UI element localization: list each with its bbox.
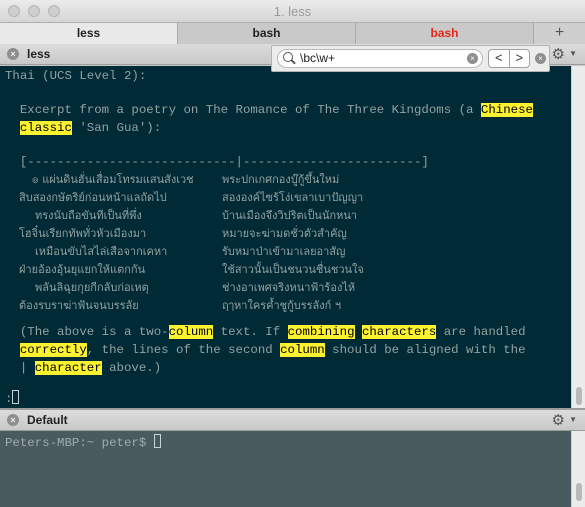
- scrollbar-thumb[interactable]: [576, 387, 582, 405]
- search-match: characters: [361, 325, 437, 339]
- next-match-button[interactable]: >: [510, 50, 530, 67]
- text-line: Excerpt from a poetry on The Romance of …: [5, 103, 533, 117]
- terminal-pane-less[interactable]: Thai (UCS Level 2): Excerpt from a poetr…: [0, 66, 571, 408]
- search-match: character: [34, 361, 102, 375]
- clear-search-icon[interactable]: ×: [467, 53, 478, 64]
- scrollbar-less[interactable]: [571, 66, 585, 408]
- terminal-pane-default[interactable]: Peters-MBP:~ peter$: [0, 431, 571, 507]
- gear-icon[interactable]: ⚙: [552, 45, 565, 63]
- gear-icon[interactable]: ⚙: [552, 411, 565, 429]
- tab-bash-2[interactable]: bash: [356, 23, 534, 44]
- search-input[interactable]: \bc\w+ ×: [277, 49, 483, 68]
- window-title: 1. less: [273, 4, 312, 19]
- search-match: column: [280, 343, 325, 357]
- tab-bash-1[interactable]: bash: [178, 23, 356, 44]
- thai-line: สิบสองกษัตริย์ก่อนหน้าแลถัดไป: [19, 191, 167, 204]
- text-cursor: [12, 390, 20, 404]
- text-line: | character above.): [19, 361, 162, 375]
- thai-line: สององค์ไซร้โง่เขลาเบาปัญญา: [222, 191, 364, 204]
- pane-title: Default: [27, 413, 68, 427]
- thai-line: ทรงนับถือขันทีเป็นที่พึ่ง: [35, 209, 142, 222]
- text-line: (The above is a two-column text. If comb…: [5, 325, 526, 339]
- tab-less[interactable]: less: [0, 23, 178, 44]
- find-bar: \bc\w+ × < > ×: [271, 45, 550, 72]
- thai-line: ๏ แผ่นดินฮั่นเสื่อมโทรมแสนสังเวช: [32, 173, 194, 186]
- chevron-down-icon[interactable]: ▼: [569, 415, 577, 424]
- search-nav: < >: [488, 49, 530, 68]
- search-match: combining: [287, 325, 355, 339]
- search-match: correctly: [19, 343, 87, 357]
- search-query[interactable]: \bc\w+: [300, 51, 335, 65]
- previous-match-button[interactable]: <: [489, 50, 510, 67]
- thai-line: บ้านเมืองจึงวิปริตเป็นนักหนา: [222, 209, 358, 222]
- window-titlebar: 1. less: [0, 0, 585, 23]
- search-match: column: [168, 325, 214, 339]
- thai-line: โฮจิ๋นเรียกทัพทั่วหัวเมืองมา: [19, 227, 147, 240]
- thai-line: พลันลิฉุยกุยกีกลับก่อเหตุ: [35, 281, 149, 294]
- search-icon: [283, 52, 293, 62]
- thai-line: ต้องรบราฆ่าฟันจนบรรลัย: [19, 299, 139, 312]
- pane-header-default: × Default ⚙ ▼: [0, 410, 585, 431]
- text-line: classic 'San Gua'):: [19, 121, 162, 135]
- text-line: correctly, the lines of the second colum…: [19, 343, 526, 357]
- thai-line: ฤๅหาใครค้ำชูกู้บรรลังก์ ฯ: [222, 299, 342, 312]
- shell-prompt: Peters-MBP:~ peter$: [5, 434, 161, 452]
- close-pane-icon[interactable]: ×: [7, 48, 19, 60]
- thai-line: หมายจะฆ่ามดชั่วตัวสำคัญ: [222, 227, 347, 240]
- thai-line: ฝ่ายอ้องอุ้นยุแยกให้แตกกัน: [19, 263, 146, 276]
- thai-line: ช่างอาเพศจริงหนาฟ้าร้องไห้: [222, 281, 356, 294]
- text-line: Thai (UCS Level 2):: [5, 69, 147, 83]
- thai-line: รับหมาป่าเข้ามาเลยอาสัญ: [222, 245, 346, 258]
- close-pane-icon[interactable]: ×: [7, 414, 19, 426]
- thai-line: ใช้สาวนั้นเป็นชนวนชื่นชวนใจ: [222, 263, 364, 276]
- text-cursor: [153, 434, 161, 448]
- thai-line: พระปกเกศกองบู๊กู้ขึ้นใหม่: [222, 173, 340, 186]
- tab-bar: less bash bash +: [0, 23, 585, 45]
- new-tab-button[interactable]: +: [534, 23, 585, 44]
- close-find-icon[interactable]: ×: [535, 53, 546, 64]
- scrollbar-default[interactable]: [571, 431, 585, 507]
- thai-line: เหมือนขับไสไล่เสือจากเคหา: [35, 245, 168, 258]
- chevron-down-icon[interactable]: ▼: [569, 49, 577, 58]
- scrollbar-thumb[interactable]: [576, 483, 582, 501]
- pane-title: less: [27, 47, 51, 61]
- search-match: Chinese: [480, 103, 533, 117]
- less-prompt: :: [5, 390, 20, 408]
- text-line: [----------------------------|----------…: [5, 155, 429, 169]
- search-match: classic: [19, 121, 72, 135]
